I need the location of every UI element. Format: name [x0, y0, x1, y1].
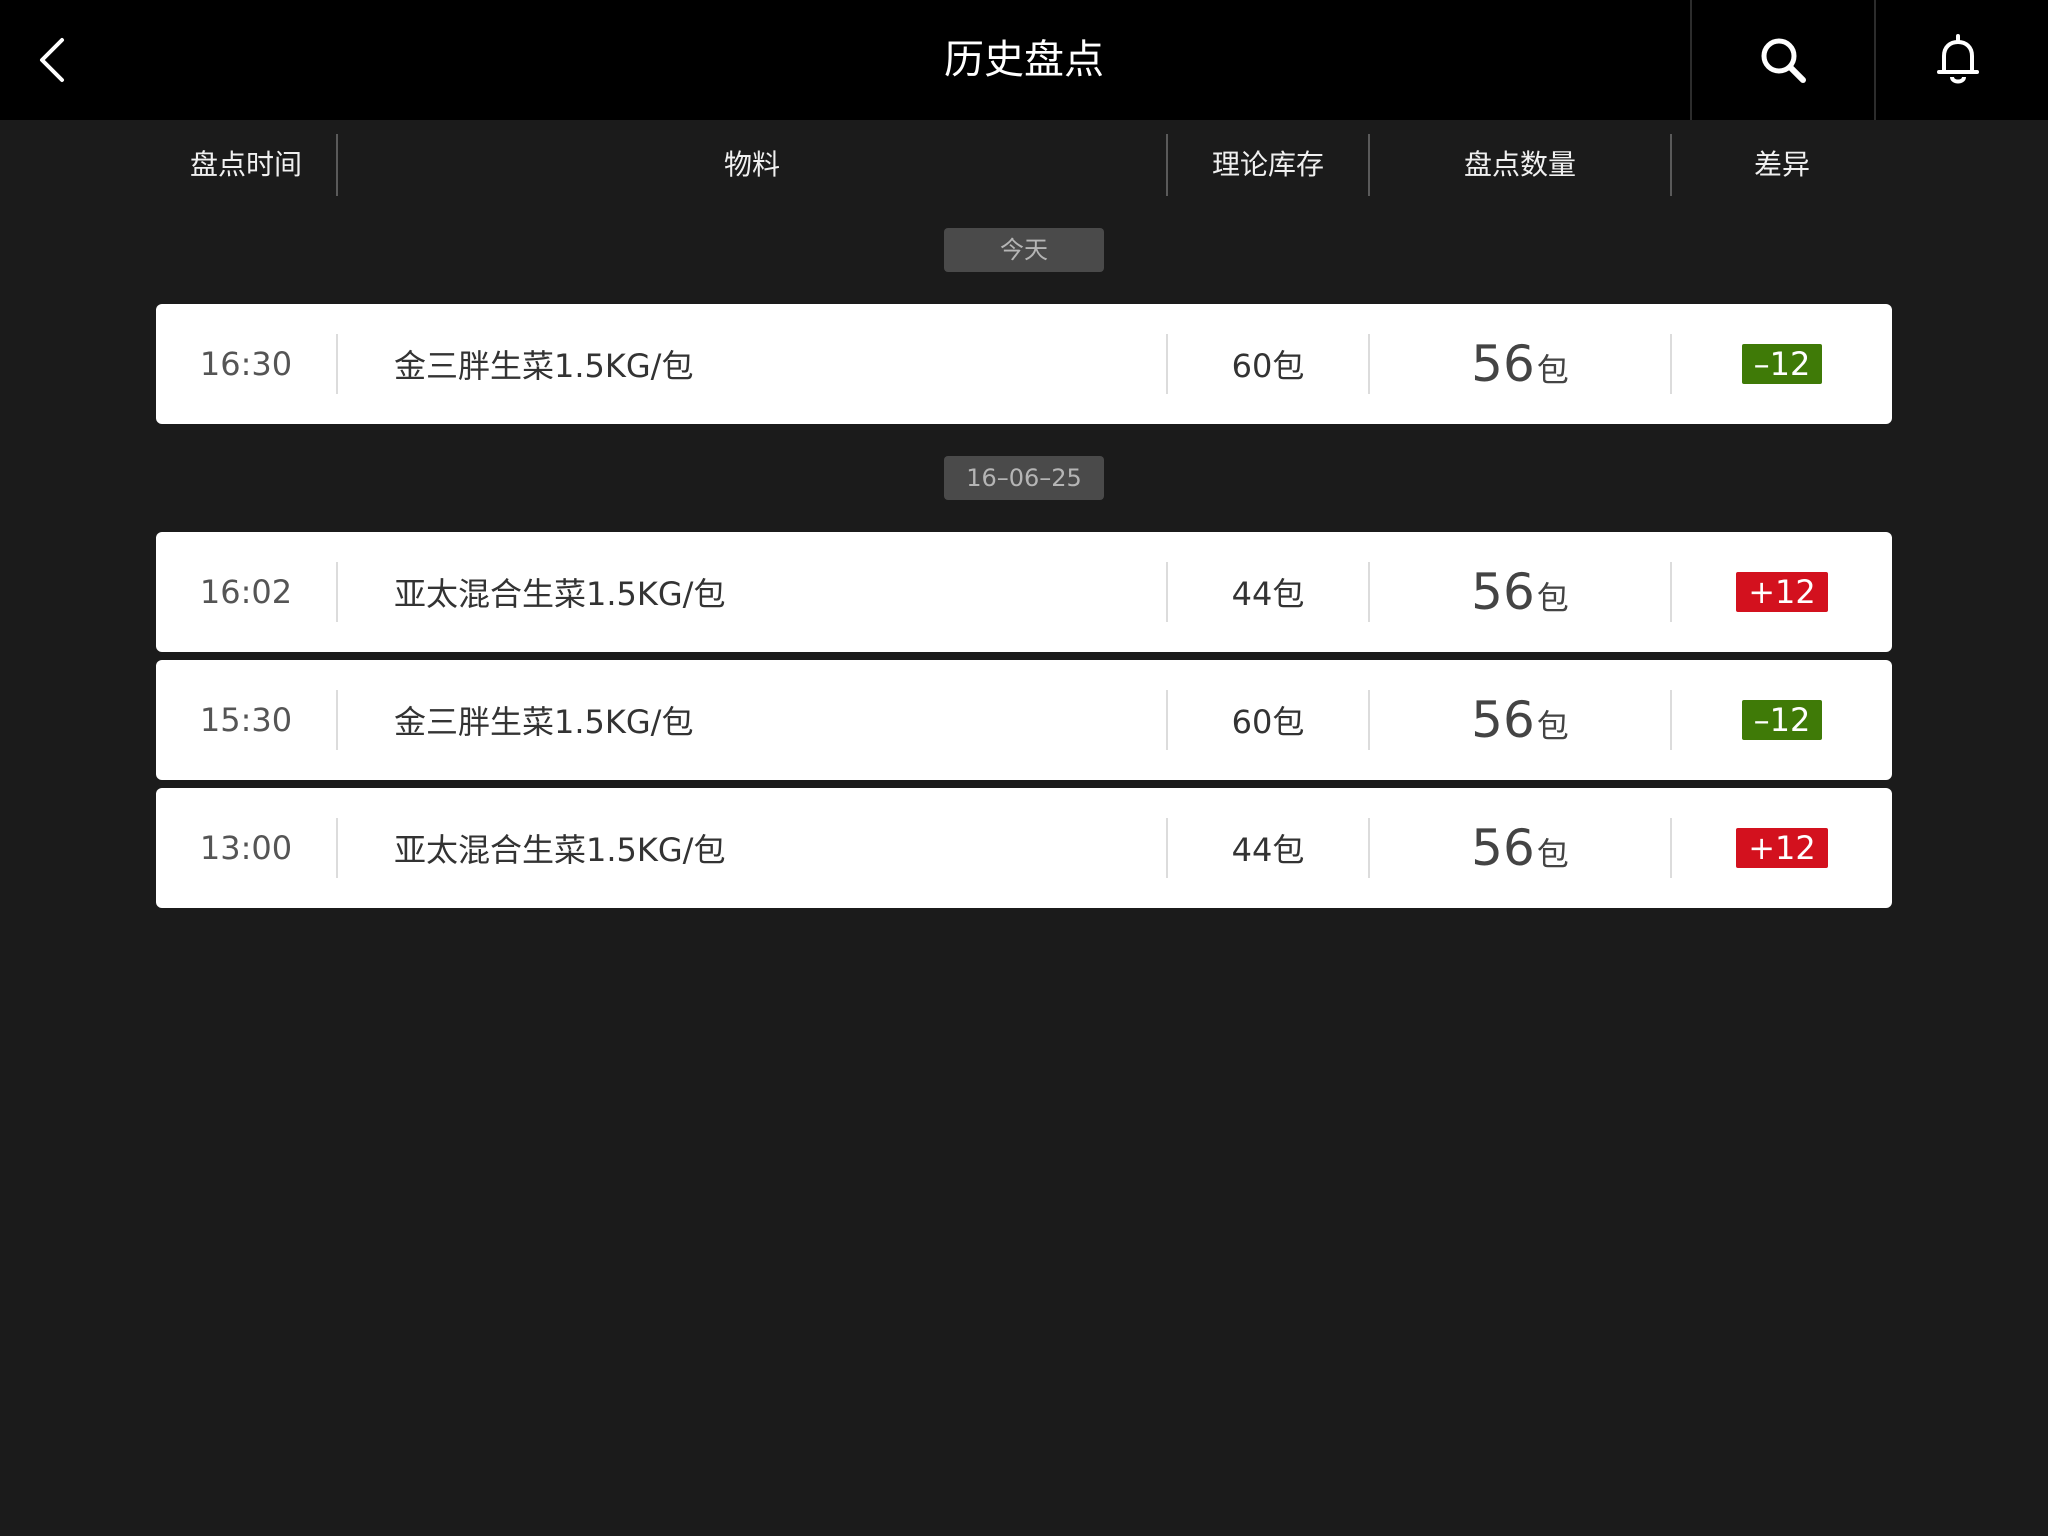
column-header: 盘点时间 物料 理论库存 盘点数量 差异: [156, 134, 1892, 196]
diff-badge: +12: [1736, 572, 1828, 612]
row-material: 亚太混合生菜1.5KG/包: [394, 575, 726, 613]
date-group-label: 16–06–25: [944, 456, 1104, 500]
date-group-label: 今天: [944, 228, 1104, 272]
top-bar: 历史盘点: [0, 0, 2048, 120]
notifications-button[interactable]: [1876, 0, 2040, 120]
row-count: 56 包: [1370, 532, 1670, 652]
row-time: 15:30: [199, 701, 293, 739]
row-theory-stock: 60包: [1231, 347, 1305, 385]
row-count-value: 56: [1471, 691, 1535, 749]
column-header-theory: 理论库存: [1211, 148, 1324, 181]
row-count: 56 包: [1370, 788, 1670, 908]
table-row[interactable]: 16:30 金三胖生菜1.5KG/包 60包 56 包 –12: [156, 304, 1892, 424]
diff-badge: +12: [1736, 828, 1828, 868]
chevron-left-icon: [40, 38, 64, 82]
column-header-count: 盘点数量: [1463, 148, 1576, 181]
row-count: 56 包: [1370, 660, 1670, 780]
bell-icon: [1937, 34, 1979, 84]
diff-badge: –12: [1741, 700, 1823, 740]
row-count: 56 包: [1370, 304, 1670, 424]
row-time: 13:00: [199, 829, 293, 867]
row-theory-stock: 44包: [1231, 575, 1305, 613]
search-button[interactable]: [1692, 0, 1874, 120]
table-row[interactable]: 15:30 金三胖生菜1.5KG/包 60包 56 包 –12: [156, 660, 1892, 780]
row-material: 金三胖生菜1.5KG/包: [394, 703, 694, 741]
row-count-value: 56: [1471, 819, 1535, 877]
search-icon: [1761, 38, 1806, 83]
back-button[interactable]: [24, 26, 80, 94]
row-diff: –12: [1672, 304, 1892, 424]
row-material: 金三胖生菜1.5KG/包: [394, 347, 694, 385]
column-header-material: 物料: [723, 148, 780, 181]
row-divider: [336, 334, 338, 394]
diff-badge: –12: [1741, 344, 1823, 384]
table-row[interactable]: 16:02 亚太混合生菜1.5KG/包 44包 56 包 +12: [156, 532, 1892, 652]
row-count-value: 56: [1471, 563, 1535, 621]
row-divider: [336, 562, 338, 622]
row-divider: [336, 690, 338, 750]
row-diff: +12: [1672, 788, 1892, 908]
row-theory-stock: 44包: [1231, 831, 1305, 869]
row-count-value: 56: [1471, 335, 1535, 393]
row-divider: [336, 818, 338, 878]
row-count-unit: 包: [1536, 579, 1569, 617]
row-count-unit: 包: [1536, 707, 1569, 745]
table-row[interactable]: 13:00 亚太混合生菜1.5KG/包 44包 56 包 +12: [156, 788, 1892, 908]
row-diff: +12: [1672, 532, 1892, 652]
row-time: 16:30: [199, 345, 293, 383]
column-header-time: 盘点时间: [189, 148, 302, 181]
row-time: 16:02: [199, 573, 293, 611]
row-diff: –12: [1672, 660, 1892, 780]
column-header-diff: 差异: [1753, 148, 1810, 181]
row-count-unit: 包: [1536, 835, 1569, 873]
row-count-unit: 包: [1536, 351, 1569, 389]
row-theory-stock: 60包: [1231, 703, 1305, 741]
row-material: 亚太混合生菜1.5KG/包: [394, 831, 726, 869]
